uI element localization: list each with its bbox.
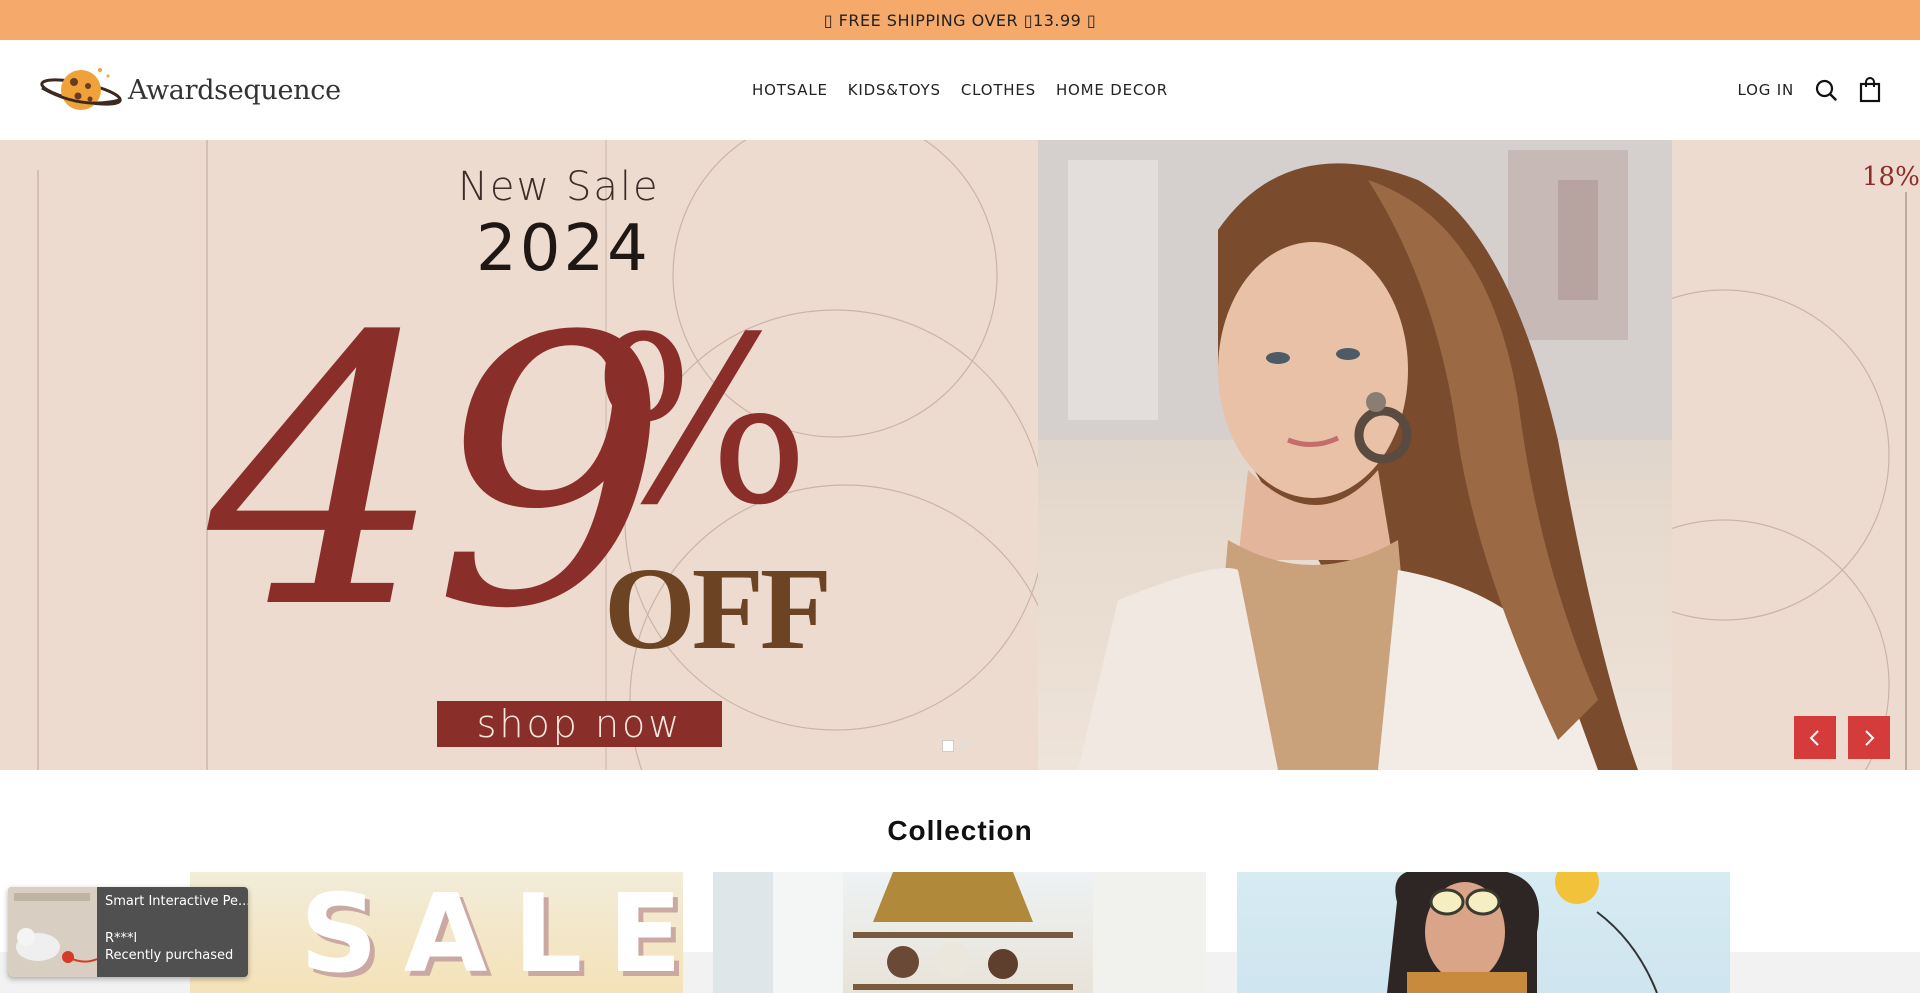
header-actions: LOG IN bbox=[1738, 77, 1882, 103]
next-slide-peek: 18% bbox=[1672, 140, 1920, 770]
logo-text: Awardsequence bbox=[128, 74, 341, 106]
collection-card-home[interactable] bbox=[713, 872, 1206, 993]
sale-card-text: SALE bbox=[300, 872, 683, 993]
search-icon[interactable] bbox=[1814, 78, 1838, 102]
hero-discount-percent: % bbox=[592, 289, 811, 556]
next-slide-discount: 18% bbox=[1862, 162, 1920, 192]
nav-item-clothes[interactable]: CLOTHES bbox=[961, 81, 1036, 99]
recent-purchase-popup[interactable]: Smart Interactive Pe... R***l Recently p… bbox=[8, 887, 248, 977]
popup-body: Smart Interactive Pe... R***l Recently p… bbox=[97, 887, 248, 977]
chevron-right-icon bbox=[1865, 729, 1875, 746]
shop-now-button[interactable]: shop now bbox=[437, 701, 722, 747]
announcement-bar: ▯ FREE SHIPPING OVER ▯13.99 ▯ bbox=[0, 0, 1920, 40]
slider-dot-1[interactable] bbox=[942, 740, 954, 752]
slider-dot-2[interactable] bbox=[962, 740, 974, 752]
announcement-text: ▯ FREE SHIPPING OVER ▯13.99 ▯ bbox=[823, 10, 1097, 30]
hero-discount-off: OFF bbox=[604, 543, 832, 674]
planet-logo-icon bbox=[40, 68, 122, 110]
nav-item-kids-toys[interactable]: KIDS&TOYS bbox=[848, 81, 941, 99]
slider-dots bbox=[942, 740, 974, 752]
collection-card-clothes[interactable] bbox=[1237, 872, 1730, 993]
nav-item-hotsale[interactable]: HOTSALE bbox=[752, 81, 828, 99]
site-header: Awardsequence HOTSALE KIDS&TOYS CLOTHES … bbox=[0, 40, 1920, 140]
cart-icon[interactable] bbox=[1858, 77, 1882, 103]
popup-status: Recently purchased bbox=[105, 948, 234, 963]
cat-toy-image bbox=[8, 887, 98, 977]
logo[interactable]: Awardsequence bbox=[38, 62, 341, 118]
hero-headline: New Sale bbox=[458, 164, 660, 210]
product-thumbnail bbox=[8, 887, 98, 977]
nav-item-home-decor[interactable]: HOME DECOR bbox=[1056, 81, 1168, 99]
collection-title: Collection bbox=[887, 815, 1033, 846]
collection-card-sale[interactable]: SALE bbox=[190, 872, 683, 993]
popup-buyer: R***l bbox=[105, 931, 138, 946]
hero-slider: New Sale 2024 49 % OFF shop now 18% bbox=[0, 140, 1920, 770]
login-link[interactable]: LOG IN bbox=[1738, 81, 1794, 99]
main-nav: HOTSALE KIDS&TOYS CLOTHES HOME DECOR bbox=[752, 81, 1168, 99]
chevron-left-icon bbox=[1809, 729, 1819, 746]
slider-prev-button[interactable] bbox=[1794, 716, 1836, 759]
popup-product-name: Smart Interactive Pe... bbox=[105, 894, 248, 909]
fashion-image bbox=[1387, 872, 1658, 993]
kitchen-image bbox=[713, 872, 1206, 993]
hero-banner-left: New Sale 2024 49 % OFF shop now bbox=[0, 140, 1038, 770]
decorative-lines-right bbox=[1672, 192, 1907, 770]
hero-model-photo bbox=[1038, 140, 1672, 770]
slider-next-button[interactable] bbox=[1848, 716, 1890, 759]
model-illustration bbox=[1038, 140, 1672, 770]
